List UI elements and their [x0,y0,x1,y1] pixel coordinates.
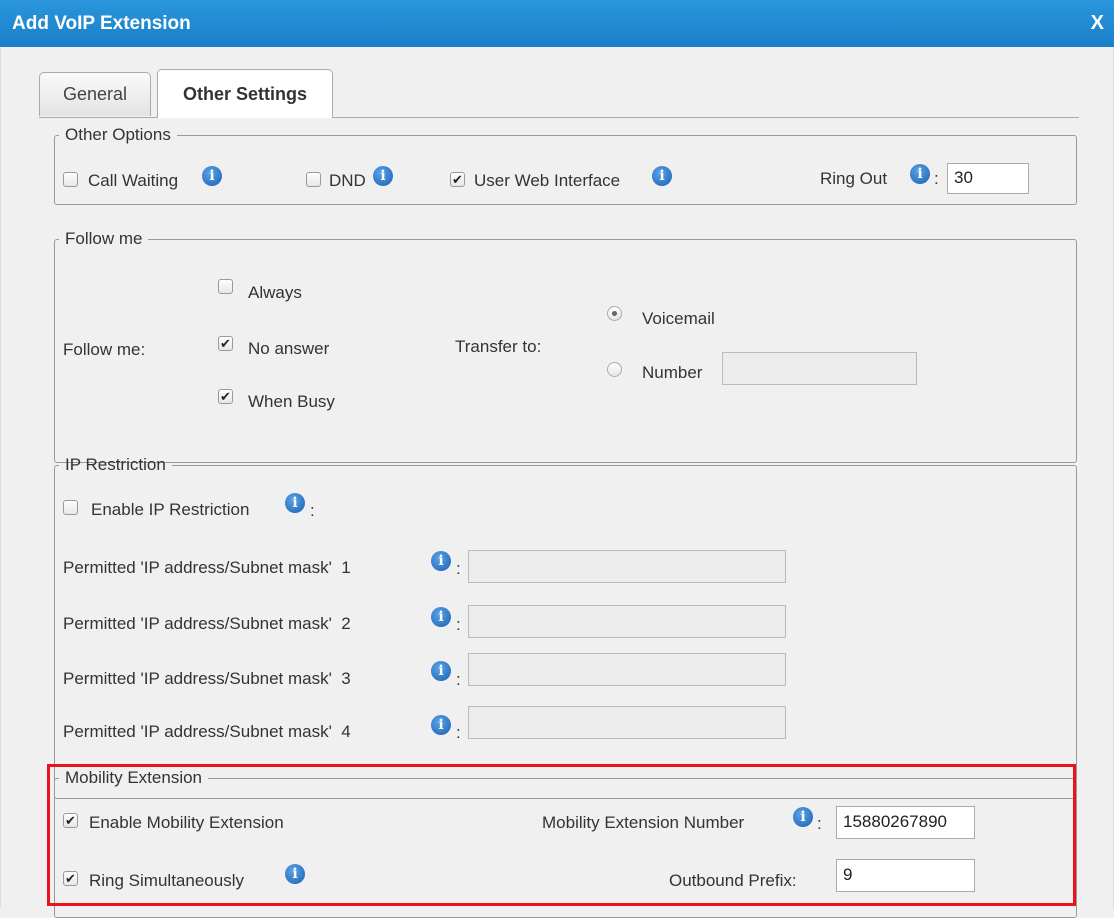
user-web-interface-checkbox[interactable]: ✔ [450,172,465,187]
permitted-3-colon: : [456,670,461,689]
follow-me-group: Follow me [54,229,1077,463]
tab-other-settings[interactable]: Other Settings [157,69,333,118]
enable-ip-restriction-checkbox[interactable] [63,500,78,515]
enable-ip-restriction-colon: : [310,501,315,520]
call-waiting-checkbox[interactable] [63,172,78,187]
enable-ip-restriction-label: Enable IP Restriction [91,500,250,519]
no-answer-checkbox[interactable]: ✔ [218,336,233,351]
mobility-highlight-box [47,764,1076,906]
permitted-label-3: Permitted 'IP address/Subnet mask' 3 [63,669,351,688]
permitted-4-info-icon[interactable]: i [431,715,451,735]
enable-ip-restriction-info-icon[interactable]: i [285,493,305,513]
permitted-label-1: Permitted 'IP address/Subnet mask' 1 [63,558,351,577]
user-web-interface-label: User Web Interface [474,171,621,190]
permitted-3-info-icon[interactable]: i [431,661,451,681]
permitted-3-input[interactable] [468,653,786,686]
permitted-label-4: Permitted 'IP address/Subnet mask' 4 [63,722,351,741]
voicemail-radio[interactable] [607,306,622,321]
ring-out-label: Ring Out [820,169,888,188]
permitted-label-2: Permitted 'IP address/Subnet mask' 2 [63,614,351,633]
number-radio[interactable] [607,362,622,377]
transfer-to-label: Transfer to: [455,337,542,356]
number-label: Number [642,363,703,382]
dnd-label: DND [329,171,366,190]
when-busy-label: When Busy [248,392,335,411]
permitted-4-input[interactable] [468,706,786,739]
permitted-4-colon: : [456,723,461,742]
permitted-2-input[interactable] [468,605,786,638]
call-waiting-label: Call Waiting [88,171,179,190]
always-checkbox[interactable] [218,279,233,294]
close-button[interactable]: X [1091,12,1104,35]
always-label: Always [248,283,302,302]
follow-me-row-label: Follow me: [63,340,146,359]
permitted-2-info-icon[interactable]: i [431,607,451,627]
dnd-checkbox[interactable] [306,172,321,187]
ring-out-input[interactable]: 30 [947,163,1029,194]
user-web-interface-info-icon[interactable]: i [652,166,672,186]
call-waiting-info-icon[interactable]: i [202,166,222,186]
when-busy-checkbox[interactable]: ✔ [218,389,233,404]
dialog-title-bar: Add VoIP Extension X [0,0,1114,47]
no-answer-label: No answer [248,339,330,358]
other-options-legend: Other Options [65,125,171,144]
dnd-info-icon[interactable]: i [373,166,393,186]
ring-out-info-icon[interactable]: i [910,164,930,184]
follow-me-legend: Follow me [65,229,143,248]
permitted-1-colon: : [456,559,461,578]
voicemail-label: Voicemail [642,309,715,328]
tab-general[interactable]: General [39,72,151,116]
permitted-1-info-icon[interactable]: i [431,551,451,571]
number-input[interactable] [722,352,917,385]
ip-restriction-legend: IP Restriction [65,455,166,474]
permitted-2-colon: : [456,615,461,634]
dialog-title: Add VoIP Extension [12,13,191,34]
permitted-1-input[interactable] [468,550,786,583]
ring-out-colon: : [934,169,939,188]
